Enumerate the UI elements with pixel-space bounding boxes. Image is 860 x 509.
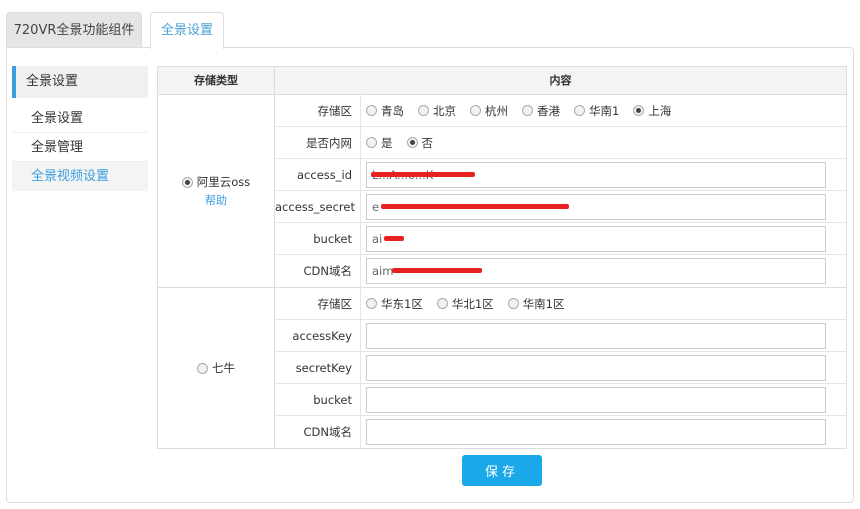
redaction-mark — [371, 171, 475, 177]
sidebar-item-panorama-settings[interactable]: 全景设置 — [12, 104, 148, 133]
oss-region-row: 存储区 青岛 北京 杭州 香港 华南1 上海 — [275, 95, 846, 127]
region-radio-shanghai[interactable]: 上海 — [633, 103, 671, 119]
secret-key-input[interactable] — [366, 354, 826, 381]
input-value: ai — [372, 231, 383, 246]
access-key-input[interactable] — [366, 322, 826, 349]
oss-region-label: 存储区 — [275, 95, 361, 126]
oss-cdn-row: CDN域名 aim — [275, 255, 846, 287]
oss-bucket-label: bucket — [275, 223, 361, 254]
oss-bucket-row: bucket ai — [275, 223, 846, 255]
radio-icon — [574, 105, 585, 116]
qiniu-cdn-row: CDN域名 — [275, 416, 846, 448]
tab-panorama-settings[interactable]: 全景设置 — [150, 12, 224, 49]
intranet-radio-no[interactable]: 否 — [406, 135, 434, 151]
qiniu-cdn-label: CDN域名 — [275, 416, 361, 448]
qiniu-secret-key-label: secretKey — [275, 352, 361, 383]
oss-type-cell: 阿里云oss 帮助 — [158, 95, 275, 287]
radio-label: 杭州 — [485, 103, 508, 118]
qiniu-type-cell: 七牛 — [158, 288, 275, 448]
qiniu-type-label: 七牛 — [212, 361, 235, 375]
radio-label: 华南1区 — [522, 296, 565, 311]
region-radio-south-china-1[interactable]: 华南1 — [574, 103, 619, 119]
region-radio-north-china-1[interactable]: 华北1区 — [436, 296, 494, 312]
qiniu-bucket-label: bucket — [275, 384, 361, 415]
qiniu-region-row: 存储区 华东1区 华北1区 华南1区 — [275, 288, 846, 320]
intranet-radio-yes[interactable]: 是 — [366, 135, 393, 151]
radio-icon — [507, 298, 519, 309]
storage-settings-table: 存储类型 内容 阿里云oss 帮助 存储区 青岛 北京 杭州 香港 华南1 上海 — [157, 66, 847, 449]
qiniu-bucket-row: bucket — [275, 384, 846, 416]
tab-bar: 720VR全景功能组件 全景设置 — [6, 12, 854, 49]
radio-icon — [366, 298, 377, 309]
sidebar-menu: 全景设置 全景管理 全景视频设置 — [12, 104, 148, 191]
qiniu-bucket-input[interactable] — [366, 386, 826, 413]
radio-icon — [436, 298, 448, 309]
radio-label: 华北1区 — [451, 296, 494, 311]
header-content: 内容 — [549, 74, 572, 87]
region-radio-south-china-1-zone[interactable]: 华南1区 — [507, 296, 565, 312]
region-radio-east-china-1[interactable]: 华东1区 — [366, 296, 423, 312]
oss-access-id-row: access_id L...A...o...K — [275, 159, 846, 191]
oss-type-label: 阿里云oss — [196, 175, 251, 189]
region-radio-qingdao[interactable]: 青岛 — [366, 103, 404, 119]
qiniu-access-key-label: accessKey — [275, 320, 361, 351]
region-radio-beijing[interactable]: 北京 — [418, 103, 456, 119]
qiniu-type-radio[interactable]: 七牛 — [197, 360, 235, 376]
radio-label: 上海 — [648, 103, 672, 118]
qiniu-cdn-input[interactable] — [366, 419, 826, 445]
sidebar-item-panorama-management[interactable]: 全景管理 — [12, 133, 148, 162]
oss-bucket-input[interactable]: ai — [366, 225, 826, 252]
radio-label: 华东1区 — [381, 296, 423, 311]
radio-icon — [633, 105, 645, 116]
oss-intranet-row: 是否内网 是 否 — [275, 127, 846, 159]
redaction-mark — [384, 235, 404, 241]
radio-label: 华南1 — [589, 103, 620, 118]
oss-cdn-input[interactable]: aim — [366, 258, 826, 284]
radio-label: 北京 — [433, 103, 456, 118]
radio-icon — [522, 105, 533, 116]
oss-help-link[interactable]: 帮助 — [205, 192, 227, 208]
access-id-input[interactable]: L...A...o...K — [366, 161, 826, 188]
header-storage-type: 存储类型 — [158, 67, 275, 94]
redaction-mark — [392, 268, 482, 273]
radio-icon — [470, 105, 481, 116]
qiniu-access-key-row: accessKey — [275, 320, 846, 352]
radio-label: 是 — [381, 135, 393, 150]
sidebar-item-video-settings[interactable]: 全景视频设置 — [12, 162, 148, 191]
oss-intranet-label: 是否内网 — [275, 127, 361, 158]
region-radio-hongkong[interactable]: 香港 — [522, 103, 560, 119]
radio-label: 青岛 — [381, 103, 404, 118]
radio-icon — [366, 105, 377, 116]
oss-cdn-label: CDN域名 — [275, 255, 361, 287]
sidebar-header: 全景设置 — [12, 66, 148, 98]
tab-720vr-component[interactable]: 720VR全景功能组件 — [6, 12, 142, 48]
radio-label: 否 — [421, 135, 434, 150]
qiniu-secret-key-row: secretKey — [275, 352, 846, 384]
redaction-mark — [381, 203, 569, 209]
radio-icon — [406, 137, 418, 148]
radio-icon — [181, 176, 193, 188]
oss-group: 阿里云oss 帮助 存储区 青岛 北京 杭州 香港 华南1 上海 是否内网 是 — [158, 95, 846, 288]
radio-icon — [418, 105, 429, 116]
access-secret-input[interactable]: e — [366, 193, 826, 220]
oss-access-id-label: access_id — [275, 159, 361, 190]
input-value: e — [372, 199, 380, 214]
input-value: aim — [372, 264, 394, 278]
oss-type-radio[interactable]: 阿里云oss — [181, 174, 251, 190]
save-button[interactable]: 保存 — [462, 455, 542, 486]
radio-label: 香港 — [537, 103, 560, 118]
oss-access-secret-row: access_secret e — [275, 191, 846, 223]
radio-icon — [197, 362, 208, 374]
radio-icon — [366, 137, 377, 148]
qiniu-group: 七牛 存储区 华东1区 华北1区 华南1区 accessKey secretKe… — [158, 288, 846, 448]
region-radio-hangzhou[interactable]: 杭州 — [470, 103, 508, 119]
qiniu-region-label: 存储区 — [275, 288, 361, 319]
oss-access-secret-label: access_secret — [275, 191, 361, 222]
table-header: 存储类型 内容 — [158, 67, 846, 95]
